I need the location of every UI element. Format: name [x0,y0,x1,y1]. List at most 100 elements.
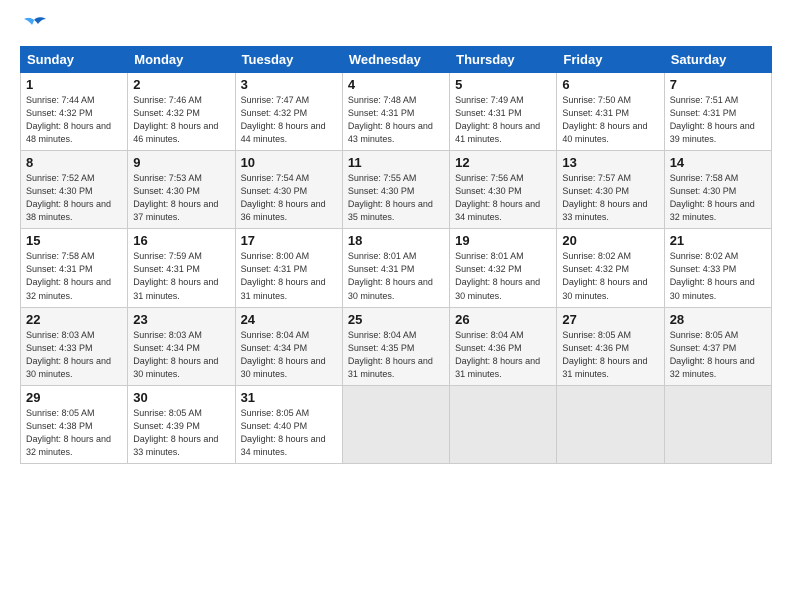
day-number: 29 [26,390,122,405]
calendar-day-cell [342,385,449,463]
day-info: Sunrise: 7:56 AMSunset: 4:30 PMDaylight:… [455,172,551,224]
weekday-header: Friday [557,47,664,73]
day-number: 19 [455,233,551,248]
day-info: Sunrise: 8:05 AMSunset: 4:37 PMDaylight:… [670,329,766,381]
day-info: Sunrise: 7:48 AMSunset: 4:31 PMDaylight:… [348,94,444,146]
calendar-day-cell: 19 Sunrise: 8:01 AMSunset: 4:32 PMDaylig… [450,229,557,307]
calendar-day-cell: 5 Sunrise: 7:49 AMSunset: 4:31 PMDayligh… [450,73,557,151]
calendar-day-cell: 14 Sunrise: 7:58 AMSunset: 4:30 PMDaylig… [664,151,771,229]
day-info: Sunrise: 7:47 AMSunset: 4:32 PMDaylight:… [241,94,337,146]
calendar-day-cell: 18 Sunrise: 8:01 AMSunset: 4:31 PMDaylig… [342,229,449,307]
calendar-day-cell: 26 Sunrise: 8:04 AMSunset: 4:36 PMDaylig… [450,307,557,385]
day-info: Sunrise: 7:57 AMSunset: 4:30 PMDaylight:… [562,172,658,224]
day-info: Sunrise: 8:04 AMSunset: 4:36 PMDaylight:… [455,329,551,381]
calendar-day-cell: 9 Sunrise: 7:53 AMSunset: 4:30 PMDayligh… [128,151,235,229]
day-number: 9 [133,155,229,170]
calendar-day-cell: 1 Sunrise: 7:44 AMSunset: 4:32 PMDayligh… [21,73,128,151]
day-number: 18 [348,233,444,248]
calendar-week-row: 29 Sunrise: 8:05 AMSunset: 4:38 PMDaylig… [21,385,772,463]
day-number: 20 [562,233,658,248]
calendar-day-cell: 29 Sunrise: 8:05 AMSunset: 4:38 PMDaylig… [21,385,128,463]
day-info: Sunrise: 8:05 AMSunset: 4:36 PMDaylight:… [562,329,658,381]
day-info: Sunrise: 8:02 AMSunset: 4:33 PMDaylight:… [670,250,766,302]
logo [20,16,52,36]
calendar-day-cell: 11 Sunrise: 7:55 AMSunset: 4:30 PMDaylig… [342,151,449,229]
day-number: 24 [241,312,337,327]
day-number: 8 [26,155,122,170]
day-number: 17 [241,233,337,248]
calendar-day-cell: 7 Sunrise: 7:51 AMSunset: 4:31 PMDayligh… [664,73,771,151]
day-number: 12 [455,155,551,170]
calendar-day-cell: 28 Sunrise: 8:05 AMSunset: 4:37 PMDaylig… [664,307,771,385]
day-info: Sunrise: 8:00 AMSunset: 4:31 PMDaylight:… [241,250,337,302]
day-info: Sunrise: 7:46 AMSunset: 4:32 PMDaylight:… [133,94,229,146]
calendar-table: SundayMondayTuesdayWednesdayThursdayFrid… [20,46,772,464]
day-number: 31 [241,390,337,405]
day-info: Sunrise: 8:01 AMSunset: 4:31 PMDaylight:… [348,250,444,302]
day-info: Sunrise: 7:49 AMSunset: 4:31 PMDaylight:… [455,94,551,146]
day-number: 30 [133,390,229,405]
calendar-day-cell: 27 Sunrise: 8:05 AMSunset: 4:36 PMDaylig… [557,307,664,385]
day-number: 7 [670,77,766,92]
day-number: 16 [133,233,229,248]
day-number: 26 [455,312,551,327]
header [20,16,772,36]
day-info: Sunrise: 7:44 AMSunset: 4:32 PMDaylight:… [26,94,122,146]
day-number: 5 [455,77,551,92]
day-number: 3 [241,77,337,92]
calendar-day-cell: 2 Sunrise: 7:46 AMSunset: 4:32 PMDayligh… [128,73,235,151]
weekday-header: Wednesday [342,47,449,73]
weekday-header: Thursday [450,47,557,73]
day-info: Sunrise: 8:03 AMSunset: 4:34 PMDaylight:… [133,329,229,381]
day-info: Sunrise: 8:02 AMSunset: 4:32 PMDaylight:… [562,250,658,302]
calendar-day-cell: 25 Sunrise: 8:04 AMSunset: 4:35 PMDaylig… [342,307,449,385]
day-info: Sunrise: 7:51 AMSunset: 4:31 PMDaylight:… [670,94,766,146]
calendar-day-cell: 16 Sunrise: 7:59 AMSunset: 4:31 PMDaylig… [128,229,235,307]
page: SundayMondayTuesdayWednesdayThursdayFrid… [0,0,792,474]
calendar-day-cell: 6 Sunrise: 7:50 AMSunset: 4:31 PMDayligh… [557,73,664,151]
day-info: Sunrise: 8:05 AMSunset: 4:38 PMDaylight:… [26,407,122,459]
calendar-day-cell [664,385,771,463]
day-info: Sunrise: 7:58 AMSunset: 4:30 PMDaylight:… [670,172,766,224]
calendar-week-row: 22 Sunrise: 8:03 AMSunset: 4:33 PMDaylig… [21,307,772,385]
calendar-week-row: 15 Sunrise: 7:58 AMSunset: 4:31 PMDaylig… [21,229,772,307]
day-info: Sunrise: 7:50 AMSunset: 4:31 PMDaylight:… [562,94,658,146]
day-number: 1 [26,77,122,92]
calendar-day-cell: 23 Sunrise: 8:03 AMSunset: 4:34 PMDaylig… [128,307,235,385]
day-info: Sunrise: 7:55 AMSunset: 4:30 PMDaylight:… [348,172,444,224]
calendar-day-cell [450,385,557,463]
day-number: 10 [241,155,337,170]
day-info: Sunrise: 8:03 AMSunset: 4:33 PMDaylight:… [26,329,122,381]
day-info: Sunrise: 8:05 AMSunset: 4:40 PMDaylight:… [241,407,337,459]
calendar-day-cell: 13 Sunrise: 7:57 AMSunset: 4:30 PMDaylig… [557,151,664,229]
day-info: Sunrise: 7:53 AMSunset: 4:30 PMDaylight:… [133,172,229,224]
day-number: 11 [348,155,444,170]
calendar-day-cell: 22 Sunrise: 8:03 AMSunset: 4:33 PMDaylig… [21,307,128,385]
weekday-header: Monday [128,47,235,73]
day-number: 6 [562,77,658,92]
day-number: 21 [670,233,766,248]
logo-bird-icon [20,16,48,36]
day-info: Sunrise: 7:54 AMSunset: 4:30 PMDaylight:… [241,172,337,224]
calendar-day-cell: 15 Sunrise: 7:58 AMSunset: 4:31 PMDaylig… [21,229,128,307]
calendar-day-cell: 8 Sunrise: 7:52 AMSunset: 4:30 PMDayligh… [21,151,128,229]
calendar-day-cell: 10 Sunrise: 7:54 AMSunset: 4:30 PMDaylig… [235,151,342,229]
day-info: Sunrise: 7:59 AMSunset: 4:31 PMDaylight:… [133,250,229,302]
day-number: 28 [670,312,766,327]
calendar-day-cell: 12 Sunrise: 7:56 AMSunset: 4:30 PMDaylig… [450,151,557,229]
calendar-day-cell: 3 Sunrise: 7:47 AMSunset: 4:32 PMDayligh… [235,73,342,151]
calendar-day-cell: 20 Sunrise: 8:02 AMSunset: 4:32 PMDaylig… [557,229,664,307]
weekday-header: Sunday [21,47,128,73]
calendar-week-row: 8 Sunrise: 7:52 AMSunset: 4:30 PMDayligh… [21,151,772,229]
day-number: 13 [562,155,658,170]
day-info: Sunrise: 7:52 AMSunset: 4:30 PMDaylight:… [26,172,122,224]
day-info: Sunrise: 8:01 AMSunset: 4:32 PMDaylight:… [455,250,551,302]
day-number: 14 [670,155,766,170]
calendar-day-cell: 24 Sunrise: 8:04 AMSunset: 4:34 PMDaylig… [235,307,342,385]
calendar-day-cell: 31 Sunrise: 8:05 AMSunset: 4:40 PMDaylig… [235,385,342,463]
day-number: 4 [348,77,444,92]
day-number: 25 [348,312,444,327]
day-info: Sunrise: 7:58 AMSunset: 4:31 PMDaylight:… [26,250,122,302]
calendar-week-row: 1 Sunrise: 7:44 AMSunset: 4:32 PMDayligh… [21,73,772,151]
calendar-day-cell: 30 Sunrise: 8:05 AMSunset: 4:39 PMDaylig… [128,385,235,463]
